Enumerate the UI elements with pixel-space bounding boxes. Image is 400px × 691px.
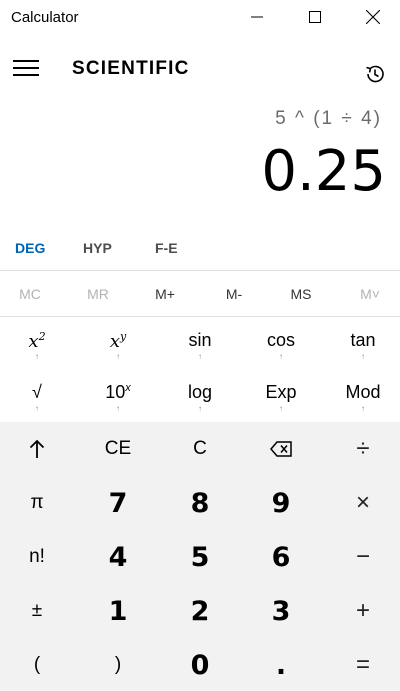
ten-power-button[interactable]: 10x ↑ xyxy=(78,370,158,422)
square-root-label: √ xyxy=(32,382,42,402)
memory-add-button[interactable]: M+ xyxy=(125,272,205,316)
shift-indicator: ↑ xyxy=(198,404,202,413)
expression-display: 5 ^ (1 ÷ 4) xyxy=(275,108,382,129)
close-button[interactable] xyxy=(344,0,400,34)
maximize-icon xyxy=(309,11,321,23)
hamburger-icon xyxy=(13,60,39,76)
shift-indicator: ↑ xyxy=(116,404,120,413)
memory-row: MC MR M+ M- MS M˅ xyxy=(0,272,400,316)
sin-label: sin xyxy=(188,330,212,350)
memory-list-button[interactable]: M˅ xyxy=(330,272,400,316)
backspace-icon xyxy=(270,441,292,457)
cos-button[interactable]: cos ↑ xyxy=(241,318,321,370)
shift-indicator: ↑ xyxy=(279,404,283,413)
digit-5-button[interactable]: 5 xyxy=(160,530,240,584)
keypad: CE C ÷ π 7 8 9 × n! 4 5 6 − ± 1 2 3 + ( … xyxy=(0,422,400,691)
equals-button[interactable]: = xyxy=(323,638,400,691)
clear-button[interactable]: C xyxy=(160,422,240,476)
shift-indicator: ↑ xyxy=(361,404,365,413)
mod-button[interactable]: Mod ↑ xyxy=(323,370,400,422)
shift-indicator: ↑ xyxy=(116,352,120,361)
factorial-button[interactable]: n! xyxy=(0,530,77,584)
title-bar: Calculator xyxy=(0,0,400,34)
digit-4-button[interactable]: 4 xyxy=(78,530,158,584)
window-title: Calculator xyxy=(11,9,79,26)
minimize-button[interactable] xyxy=(228,0,286,34)
log-button[interactable]: log ↑ xyxy=(160,370,240,422)
hyp-button[interactable]: HYP xyxy=(83,240,112,256)
open-paren-button[interactable]: ( xyxy=(0,638,77,691)
shift-button[interactable] xyxy=(0,422,77,476)
history-icon xyxy=(366,65,384,83)
decimal-button[interactable]: . xyxy=(241,638,321,691)
square-button[interactable]: x2 ↑ xyxy=(0,318,77,370)
shift-indicator: ↑ xyxy=(279,352,283,361)
subtract-button[interactable]: − xyxy=(323,530,400,584)
sin-button[interactable]: sin ↑ xyxy=(160,318,240,370)
ten-power-label: 10x xyxy=(105,382,131,402)
maximize-button[interactable] xyxy=(286,0,344,34)
cos-label: cos xyxy=(266,330,295,350)
square-root-button[interactable]: √ ↑ xyxy=(0,370,77,422)
minimize-icon xyxy=(251,16,263,18)
app-header: SCIENTIFIC xyxy=(0,44,400,94)
digit-8-button[interactable]: 8 xyxy=(160,476,240,530)
digit-7-button[interactable]: 7 xyxy=(78,476,158,530)
divider xyxy=(0,270,400,271)
digit-6-button[interactable]: 6 xyxy=(241,530,321,584)
log-label: log xyxy=(187,382,213,402)
negate-button[interactable]: ± xyxy=(0,584,77,638)
digit-2-button[interactable]: 2 xyxy=(160,584,240,638)
close-icon xyxy=(366,10,380,24)
digit-9-button[interactable]: 9 xyxy=(241,476,321,530)
mode-title: SCIENTIFIC xyxy=(72,58,190,79)
digit-3-button[interactable]: 3 xyxy=(241,584,321,638)
shift-indicator: ↑ xyxy=(35,404,39,413)
digit-0-button[interactable]: 0 xyxy=(160,638,240,691)
deg-button[interactable]: DEG xyxy=(15,240,45,256)
result-display: 0.25 xyxy=(261,139,386,204)
square-label: x2 xyxy=(28,330,46,352)
close-paren-button[interactable]: ) xyxy=(78,638,158,691)
divider xyxy=(0,316,400,317)
shift-indicator: ↑ xyxy=(198,352,202,361)
tan-label: tan xyxy=(350,330,376,350)
navigation-menu-button[interactable] xyxy=(6,48,46,88)
shift-indicator: ↑ xyxy=(35,352,39,361)
angle-mode-row: DEG HYP F-E xyxy=(0,232,400,270)
add-button[interactable]: + xyxy=(323,584,400,638)
mod-label: Mod xyxy=(345,382,381,402)
history-button[interactable] xyxy=(355,54,395,94)
divide-button[interactable]: ÷ xyxy=(323,422,400,476)
backspace-button[interactable] xyxy=(241,422,321,476)
up-arrow-icon xyxy=(29,439,45,458)
memory-store-button[interactable]: MS xyxy=(261,272,341,316)
exp-button[interactable]: Exp ↑ xyxy=(241,370,321,422)
digit-1-button[interactable]: 1 xyxy=(78,584,158,638)
tan-button[interactable]: tan ↑ xyxy=(323,318,400,370)
power-button[interactable]: xy ↑ xyxy=(78,318,158,370)
shift-indicator: ↑ xyxy=(361,352,365,361)
multiply-button[interactable]: × xyxy=(323,476,400,530)
fe-button[interactable]: F-E xyxy=(155,240,178,256)
power-label: xy xyxy=(109,330,127,352)
pi-button[interactable]: π xyxy=(0,476,77,530)
exp-label: Exp xyxy=(265,382,297,402)
clear-entry-button[interactable]: CE xyxy=(78,422,158,476)
